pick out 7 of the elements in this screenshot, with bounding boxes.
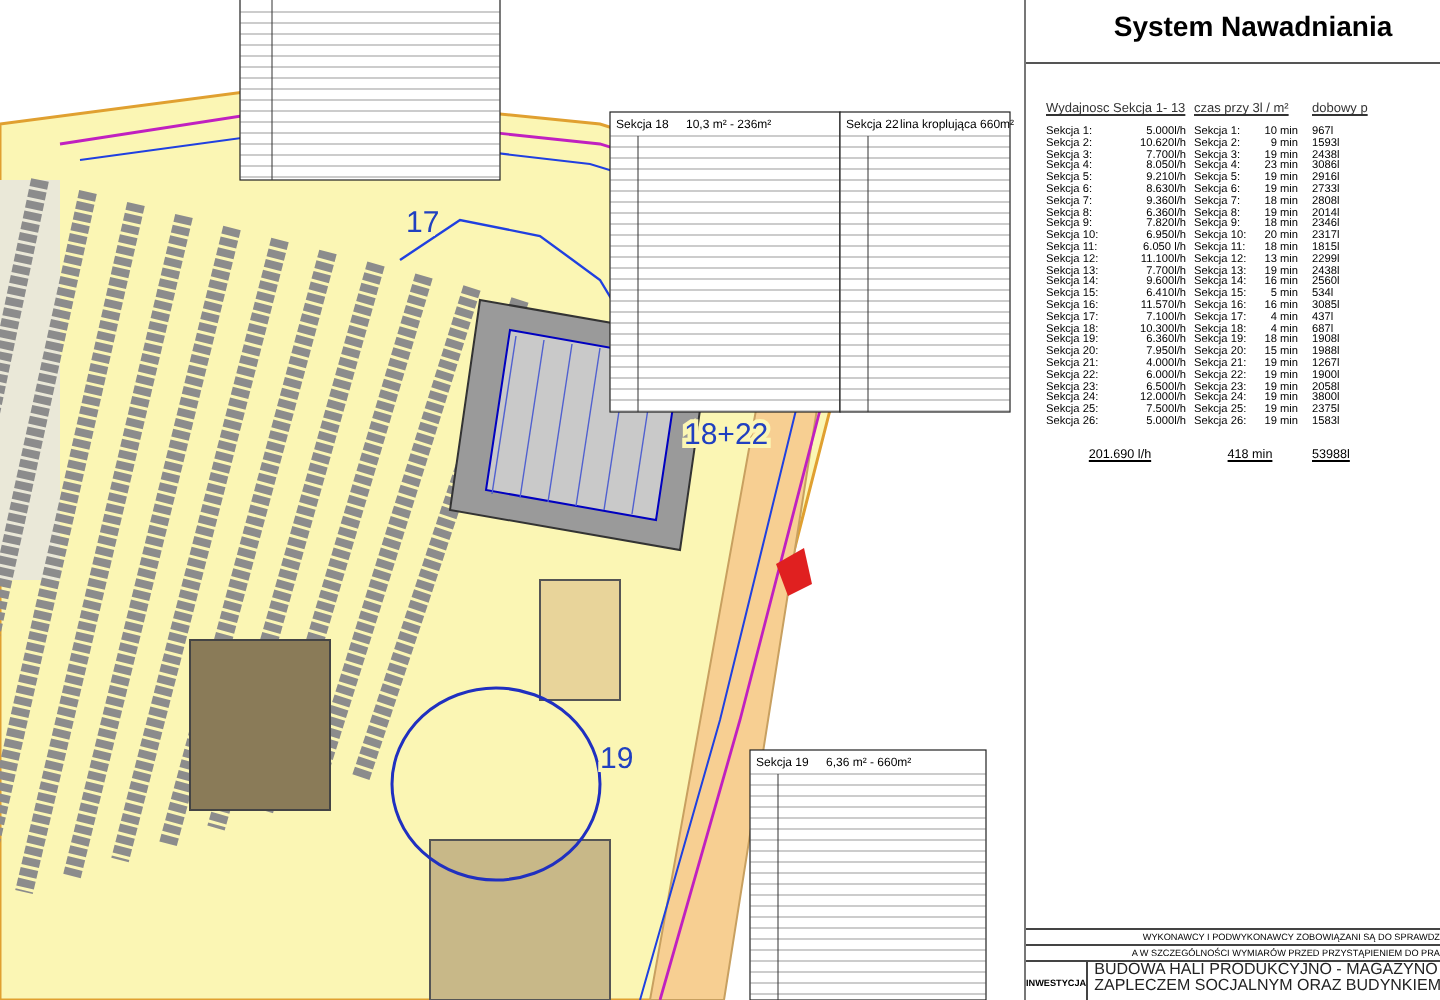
section-label: 19 bbox=[600, 742, 634, 776]
marker-icon bbox=[776, 548, 812, 596]
panel-title: System Nawadniania bbox=[1026, 0, 1440, 64]
section-label: 17 bbox=[406, 206, 440, 240]
building-block bbox=[539, 579, 621, 701]
project-title: ZAPLECZEM SOCJALNYM ORAZ BUDYNKIEM bbox=[1092, 977, 1440, 993]
project-title: BUDOWA HALI PRODUKCYJNO - MAGAZYNO bbox=[1092, 962, 1440, 978]
